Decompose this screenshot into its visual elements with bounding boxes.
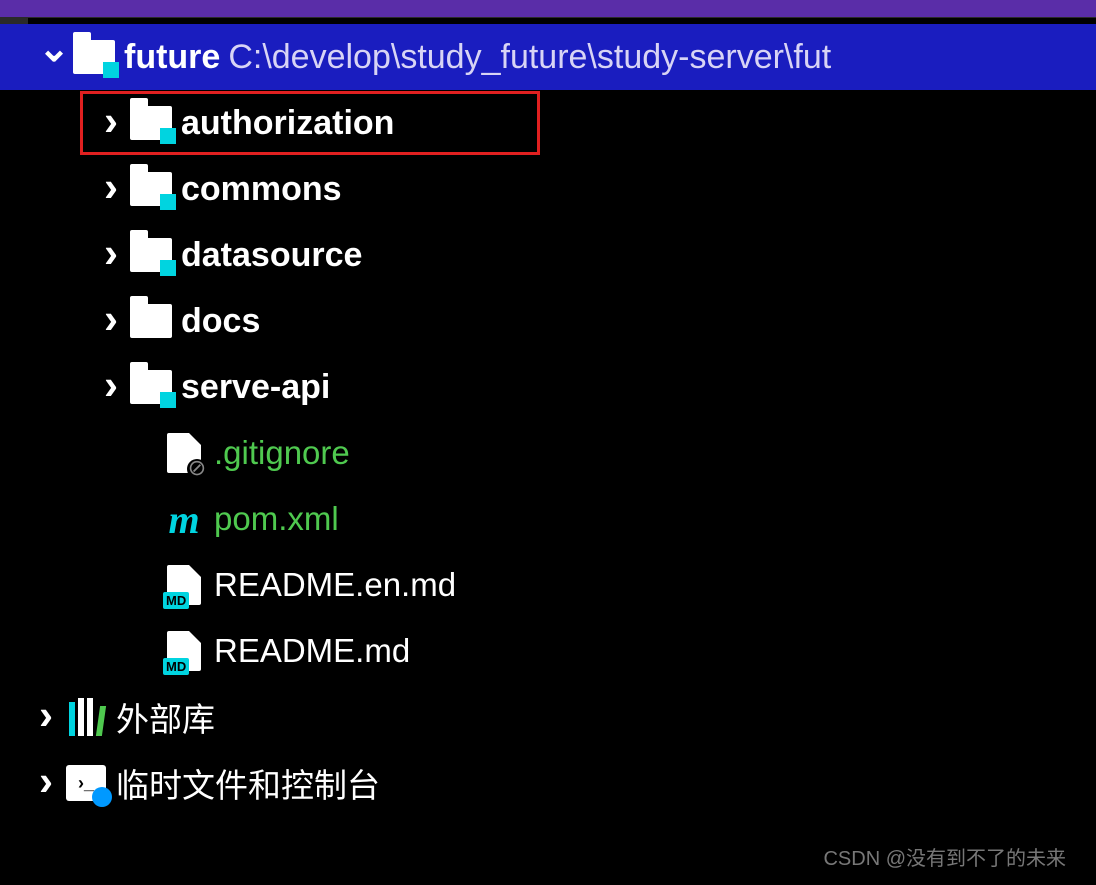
markdown-file-icon (160, 563, 208, 607)
library-icon (62, 695, 110, 739)
file-label: pom.xml (214, 500, 339, 538)
tree-item-label: datasource (181, 236, 362, 275)
title-bar (0, 0, 1096, 18)
tree-item-label: docs (181, 302, 260, 341)
tree-item-authorization[interactable]: authorization (0, 90, 1096, 156)
tree-file-pom[interactable]: m pom.xml (0, 486, 1096, 552)
tree-item-commons[interactable]: commons (0, 156, 1096, 222)
tree-item-serve-api[interactable]: serve-api (0, 354, 1096, 420)
gitignore-file-icon (160, 431, 208, 475)
scratch-icon (62, 761, 110, 805)
tree-item-label: commons (181, 170, 342, 209)
file-label: README.md (214, 632, 410, 670)
tree-item-label: authorization (181, 104, 394, 143)
watermark-text: CSDN @没有到不了的未来 (823, 842, 1066, 871)
tree-file-readme[interactable]: README.md (0, 618, 1096, 684)
file-label: .gitignore (214, 434, 350, 472)
folder-module-icon (127, 101, 175, 145)
folder-module-icon (127, 167, 175, 211)
root-path: C:\develop\study_future\study-server\fut (228, 38, 831, 77)
tree-item-docs[interactable]: docs (0, 288, 1096, 354)
maven-file-icon: m (160, 497, 208, 541)
tree-external-libs[interactable]: 外部库 (0, 684, 1096, 750)
markdown-file-icon (160, 629, 208, 673)
folder-module-icon (127, 233, 175, 277)
tree-item-label: serve-api (181, 368, 330, 407)
tree-item-label: 外部库 (116, 693, 215, 741)
folder-module-icon (70, 35, 118, 79)
tree-item-label: 临时文件和控制台 (116, 759, 380, 807)
file-label: README.en.md (214, 566, 456, 604)
project-tree: future C:\develop\study_future\study-ser… (0, 18, 1096, 816)
tree-item-datasource[interactable]: datasource (0, 222, 1096, 288)
root-name: future (124, 38, 220, 77)
tree-root[interactable]: future C:\develop\study_future\study-ser… (0, 24, 1096, 90)
folder-icon (127, 299, 175, 343)
folder-module-icon (127, 365, 175, 409)
tree-file-gitignore[interactable]: .gitignore (0, 420, 1096, 486)
tree-file-readme-en[interactable]: README.en.md (0, 552, 1096, 618)
tree-scratches[interactable]: 临时文件和控制台 (0, 750, 1096, 816)
